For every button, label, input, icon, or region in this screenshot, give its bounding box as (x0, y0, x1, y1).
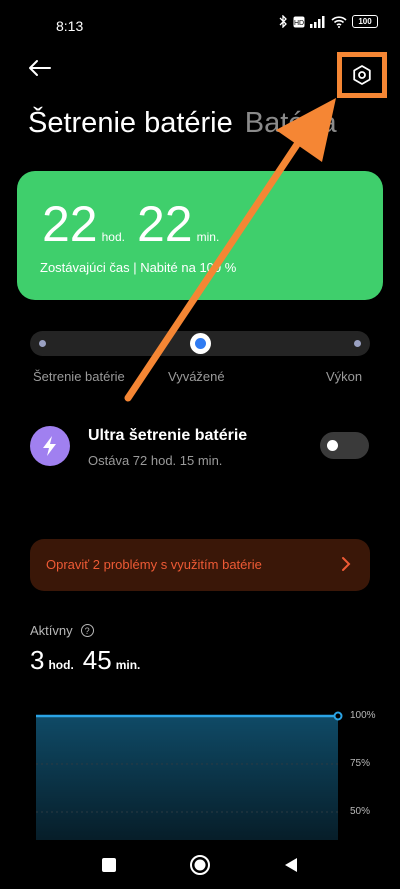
battery-level: 100 (358, 17, 372, 26)
back-button[interactable] (26, 54, 54, 82)
ultra-saver-subtitle: Ostáva 72 hod. 15 min. (88, 453, 223, 468)
fix-issues-banner[interactable]: Opraviť 2 problémy s využitím batérie (30, 539, 370, 591)
lightning-icon (30, 426, 70, 466)
home-circle-icon (190, 855, 210, 875)
mode-label-performance[interactable]: Výkon (326, 369, 362, 384)
navigation-bar (0, 840, 400, 889)
slider-stop-performance[interactable] (354, 340, 361, 347)
minutes-value: 22 (136, 196, 193, 252)
active-minutes-unit: min. (115, 658, 141, 672)
ultra-saver-row[interactable]: Ultra šetrenie batérie Ostáva 72 hod. 15… (30, 425, 372, 470)
settings-button[interactable] (337, 52, 387, 98)
fix-issues-text: Opraviť 2 problémy s využitím batérie (46, 557, 262, 572)
recents-button[interactable] (98, 854, 120, 876)
settings-hexagon-icon (353, 65, 371, 85)
mode-slider[interactable] (30, 331, 370, 356)
active-usage-value: 3 hod. 45 min. (30, 645, 149, 676)
hd-icon: HD (293, 16, 305, 27)
hours-unit: hod. (101, 230, 125, 244)
chart-area-fill (36, 716, 338, 850)
chart-end-point (333, 711, 343, 721)
wifi-icon (331, 15, 347, 28)
active-hours-unit: hod. (48, 658, 74, 672)
active-minutes-value: 45 (82, 645, 112, 675)
square-icon (102, 858, 116, 872)
slider-thumb-center (195, 338, 206, 349)
status-icons: HD 100 (278, 15, 378, 28)
remaining-text: Zostávajúci čas | Nabité na 100 % (40, 260, 237, 275)
hours-value: 22 (42, 196, 98, 252)
battery-indicator: 100 (352, 15, 378, 28)
slider-stop-saver[interactable] (39, 340, 46, 347)
tab-battery[interactable]: Batéria (245, 107, 337, 139)
active-usage-label-row: Aktívny ? (30, 623, 94, 638)
page-title-row: Šetrenie batérie Batéria (28, 107, 337, 140)
back-arrow-icon (29, 60, 51, 76)
home-button[interactable] (189, 854, 211, 876)
chevron-right-icon (342, 557, 351, 571)
ultra-saver-title: Ultra šetrenie batérie (88, 427, 248, 444)
status-time: 8:13 (56, 18, 84, 34)
battery-time-card: 22 hod. 22 min. Zostávajúci čas | Nabité… (17, 171, 383, 300)
active-usage-label: Aktívny (30, 623, 73, 638)
active-hours-value: 3 (30, 645, 45, 675)
y-tick-100: 100% (350, 710, 376, 721)
ultra-saver-toggle[interactable] (320, 432, 369, 459)
triangle-back-icon (285, 858, 297, 872)
status-bar: 8:13 HD 100 (0, 0, 400, 50)
info-icon[interactable]: ? (80, 624, 94, 637)
mode-label-saver[interactable]: Šetrenie batérie (33, 369, 125, 384)
signal-icon (310, 15, 325, 28)
tab-battery-saver[interactable]: Šetrenie batérie (28, 107, 233, 139)
back-nav-button[interactable] (280, 854, 302, 876)
y-tick-75: 75% (350, 758, 371, 769)
battery-level-chart: 100% 75% 50% (30, 700, 400, 850)
mode-label-balanced[interactable]: Vyvážené (168, 369, 225, 384)
y-tick-50: 50% (350, 806, 371, 817)
slider-thumb[interactable] (190, 333, 211, 354)
battery-chart-svg (36, 711, 343, 850)
remaining-time: 22 hod. 22 min. (42, 195, 231, 253)
minutes-unit: min. (196, 230, 220, 244)
svg-text:HD: HD (294, 20, 304, 27)
toggle-knob (327, 440, 338, 451)
bluetooth-icon (279, 15, 287, 28)
